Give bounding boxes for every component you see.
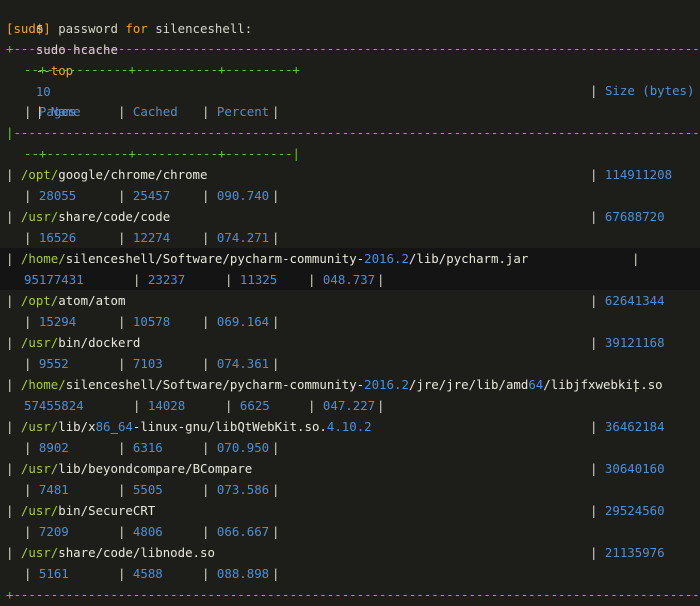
table-row: | /usr/lib/x86_64-linux-gnu/libQtWebKit.… bbox=[6, 419, 372, 434]
table-row: | /usr/share/code/code bbox=[6, 209, 171, 224]
row-size: 114911208 bbox=[604, 167, 673, 182]
command-line: $ sudo hcache --top 10 bbox=[6, 0, 118, 99]
row-pages: 7209 bbox=[38, 524, 69, 539]
row-pages: 7481 bbox=[38, 482, 69, 497]
row-pages: 16526 bbox=[38, 230, 77, 245]
row-cached: 4588 bbox=[132, 566, 163, 581]
table-row: | /home/silenceshell/Software/pycharm-co… bbox=[6, 377, 663, 392]
table-border-top: +---------------------------------------… bbox=[6, 41, 700, 56]
row-size-cell: | 30640160 bbox=[590, 461, 665, 476]
row-percent: 090.740 bbox=[216, 188, 270, 203]
row-size: 29524560 bbox=[604, 503, 665, 518]
header-percent: Percent bbox=[216, 104, 270, 119]
row-pages: 14028 bbox=[147, 398, 186, 413]
row-size-cell: | 36462184 bbox=[590, 419, 665, 434]
row-size-cell: | 67688720 bbox=[590, 209, 665, 224]
table-row: | /usr/share/code/libnode.so bbox=[6, 545, 215, 560]
row-name: /usr/share/code/code bbox=[20, 209, 171, 224]
row-name: /opt/google/chrome/chrome bbox=[20, 167, 208, 182]
table-border-mid-wrap: --+-----------+-----------+---------| bbox=[24, 146, 301, 161]
row-cached: 10578 bbox=[132, 314, 171, 329]
row-cached: 6625 bbox=[239, 398, 270, 413]
row-name: /home/silenceshell/Software/pycharm-comm… bbox=[20, 377, 663, 392]
row-size: 30640160 bbox=[604, 461, 665, 476]
row-size: 36462184 bbox=[604, 419, 665, 434]
row-name: /usr/lib/x86_64-linux-gnu/libQtWebKit.so… bbox=[20, 419, 372, 434]
row-pages: 9552 bbox=[38, 356, 69, 371]
table-row: | /home/silenceshell/Software/pycharm-co… bbox=[0, 248, 700, 269]
row-percent: 047.227 bbox=[322, 398, 376, 413]
row-name: /usr/share/code/libnode.so bbox=[20, 545, 215, 560]
row-cached: 4806 bbox=[132, 524, 163, 539]
row-name: /usr/lib/beyondcompare/BCompare bbox=[20, 461, 253, 476]
row-size-cell: | 29524560 bbox=[590, 503, 665, 518]
row-pages: 8902 bbox=[38, 440, 69, 455]
row-size-cell: | 21135976 bbox=[590, 545, 665, 560]
table-row: | /opt/google/chrome/chrome bbox=[6, 167, 208, 182]
table-row: | /opt/atom/atom bbox=[6, 293, 126, 308]
row-pages: 23237 bbox=[147, 272, 186, 287]
row-cached: 25457 bbox=[132, 188, 171, 203]
password-text: password bbox=[50, 21, 126, 36]
sudo-prefix: [sudo] bbox=[6, 21, 51, 36]
row-percent: 066.667 bbox=[216, 524, 270, 539]
header-size: Size (bytes) bbox=[604, 83, 695, 98]
row-pages: 15294 bbox=[38, 314, 77, 329]
row-cached: 12274 bbox=[132, 230, 171, 245]
row-percent: 070.950 bbox=[216, 440, 270, 455]
header-pages: Pages bbox=[38, 104, 77, 119]
row-size: 57455824 bbox=[24, 398, 84, 413]
row-size: 62641344 bbox=[604, 293, 665, 308]
row-name: /usr/bin/dockerd bbox=[20, 335, 141, 350]
table-row: | /usr/bin/dockerd bbox=[6, 335, 141, 350]
password-prompt-line: [sudo] password for silenceshell: bbox=[6, 18, 252, 39]
row-cached: 7103 bbox=[132, 356, 163, 371]
row-percent: 074.361 bbox=[216, 356, 270, 371]
row-size: 39121168 bbox=[604, 335, 665, 350]
password-for: for bbox=[125, 21, 148, 36]
row-percent: 048.737 bbox=[322, 272, 376, 287]
row-size: 95177431 bbox=[24, 272, 84, 287]
header-cached: Cached bbox=[132, 104, 178, 119]
row-pages: 28055 bbox=[38, 188, 77, 203]
row-name: /usr/bin/SecureCRT bbox=[20, 503, 156, 518]
table-header-row-wrap: | Pages bbox=[24, 104, 77, 119]
row-size: 21135976 bbox=[604, 545, 665, 560]
password-user: silenceshell: bbox=[147, 21, 253, 36]
row-cached: 11325 bbox=[239, 272, 278, 287]
terminal-window[interactable]: $ sudo hcache --top 10 [sudo] password f… bbox=[0, 0, 700, 606]
row-size-cell: | 39121168 bbox=[590, 335, 665, 350]
table-row: | /usr/bin/SecureCRT bbox=[6, 503, 156, 518]
row-percent: 073.586 bbox=[216, 482, 270, 497]
table-row: | /usr/lib/beyondcompare/BCompare bbox=[6, 461, 253, 476]
table-border-mid: |---------------------------------------… bbox=[6, 125, 700, 140]
row-name: /opt/atom/atom bbox=[20, 293, 126, 308]
table-border-top-wrap: --+-----------+-----------+---------+ bbox=[24, 62, 301, 77]
row-cached: 5505 bbox=[132, 482, 163, 497]
table-border-bottom: +---------------------------------------… bbox=[6, 587, 700, 602]
row-cached: 6316 bbox=[132, 440, 163, 455]
row-size: 67688720 bbox=[604, 209, 665, 224]
row-pages: 5161 bbox=[38, 566, 69, 581]
header-size-cell: | Size (bytes) | bbox=[590, 83, 695, 98]
row-size-cell: | 62641344 bbox=[590, 293, 665, 308]
row-percent: 069.164 bbox=[216, 314, 270, 329]
row-percent: 074.271 bbox=[216, 230, 270, 245]
row-size-cell: | 114911208 bbox=[590, 167, 673, 182]
row-percent: 088.898 bbox=[216, 566, 270, 581]
row-name: /home/silenceshell/Software/pycharm-comm… bbox=[20, 251, 529, 266]
